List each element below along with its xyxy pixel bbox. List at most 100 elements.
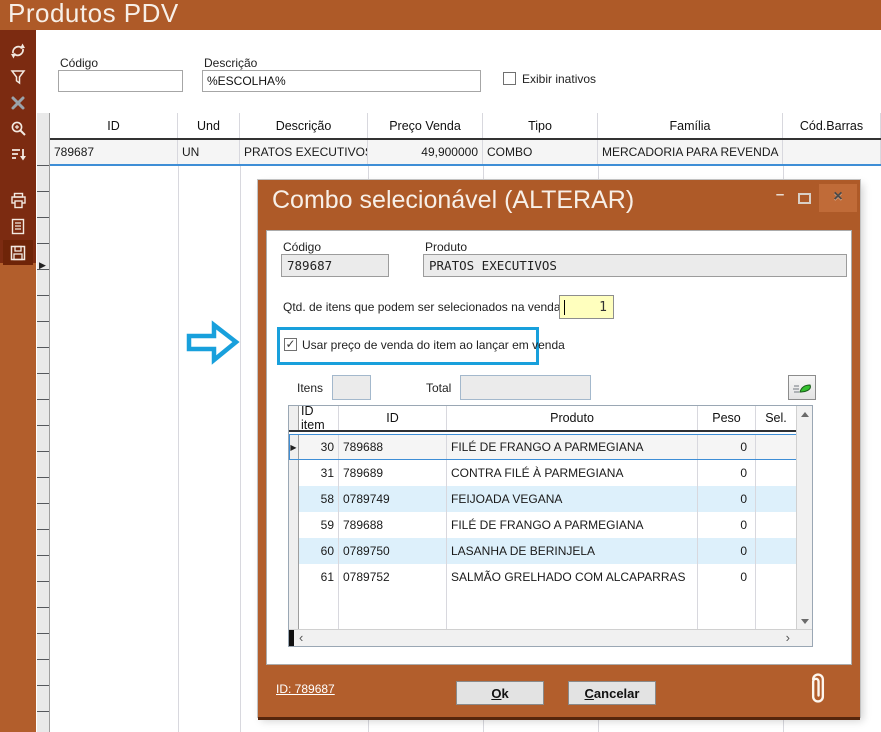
descricao-input[interactable] <box>202 70 481 92</box>
item-cell-sel <box>756 538 797 564</box>
maximize-icon[interactable] <box>798 193 811 204</box>
empty-cell <box>299 590 339 631</box>
item-cell-produto: FEIJOADA VEGANA <box>447 486 698 512</box>
qtd-label: Qtd. de itens que podem ser selecionados… <box>283 300 561 314</box>
usar-preco-checkbox[interactable]: ✓ <box>284 338 297 351</box>
ok-button[interactable]: Ok <box>456 681 544 705</box>
sort-button[interactable] <box>3 142 33 167</box>
item-cell-id: 0789750 <box>339 538 447 564</box>
products-grid-header: ID Und Descrição Preço Venda Tipo Famíli… <box>50 113 881 140</box>
close-icon[interactable]: × <box>819 184 857 212</box>
product-cell-tipo: COMBO <box>483 140 598 164</box>
scrollbar-thumb[interactable] <box>289 630 294 646</box>
scroll-left-icon[interactable]: ‹ <box>299 630 303 645</box>
item-cell-sel <box>756 564 797 590</box>
item-cell-id: 789688 <box>339 512 447 538</box>
item-cell-sel <box>756 460 797 486</box>
item-cell-id_item: 30 <box>299 434 339 460</box>
column-header-peso[interactable]: Peso <box>698 406 756 430</box>
item-cell-id: 0789749 <box>339 486 447 512</box>
row-marker: ▶ <box>289 434 299 460</box>
items-grid-rows: ▶30789688FILÉ DE FRANGO A PARMEGIANA0317… <box>289 434 797 631</box>
column-header-produto[interactable]: Produto <box>447 406 698 430</box>
items-grid-header: ID item ID Produto Peso Sel. <box>289 406 797 432</box>
scroll-up-icon[interactable] <box>797 406 813 423</box>
filter-form: Código Descrição Exibir inativos <box>36 30 881 113</box>
scroll-down-icon[interactable] <box>797 613 813 630</box>
column-header-cod-barras[interactable]: Cód.Barras <box>783 113 881 138</box>
dialog-body: Código 789687 Produto PRATOS EXECUTIVOS … <box>266 230 852 665</box>
itens-field[interactable] <box>332 375 371 400</box>
qtd-value: 1 <box>599 300 607 315</box>
marker-column-header <box>289 406 299 430</box>
column-header-id[interactable]: ID <box>50 113 178 138</box>
exibir-inativos-label: Exibir inativos <box>522 72 596 86</box>
descricao-label: Descrição <box>204 56 257 70</box>
codigo-label: Código <box>60 56 98 70</box>
dialog-codigo-field[interactable]: 789687 <box>281 254 389 277</box>
row-marker <box>289 512 299 538</box>
item-row[interactable]: 59789688FILÉ DE FRANGO A PARMEGIANA0 <box>289 512 797 538</box>
selected-row-marker-icon: ▶ <box>39 260 46 271</box>
minimize-button[interactable]: – <box>772 186 788 208</box>
product-cell-preco_venda: 49,900000 <box>368 140 483 164</box>
recalculate-items-button[interactable] <box>788 375 816 400</box>
item-row[interactable]: 580789749FEIJOADA VEGANA0 <box>289 486 797 512</box>
item-cell-id: 789689 <box>339 460 447 486</box>
row-selector-gutter <box>37 113 50 732</box>
empty-grid-area <box>289 590 797 631</box>
horizontal-scrollbar[interactable]: ‹ › <box>289 629 812 646</box>
id-link[interactable]: ID: 789687 <box>276 682 335 696</box>
item-cell-peso: 0 <box>698 460 756 486</box>
product-cell-id: 789687 <box>50 140 178 164</box>
item-cell-peso: 0 <box>698 434 756 460</box>
filter-button[interactable] <box>3 64 33 89</box>
filter-icon <box>10 69 26 85</box>
total-field[interactable] <box>460 375 591 400</box>
annotation-arrow-icon <box>186 319 240 370</box>
dialog-footer: ID: 789687 Ok Cancelar <box>258 665 860 717</box>
print-icon <box>10 192 27 209</box>
column-header-und[interactable]: Und <box>178 113 240 138</box>
item-cell-peso: 0 <box>698 538 756 564</box>
dialog-produto-field[interactable]: PRATOS EXECUTIVOS <box>423 254 847 277</box>
item-row[interactable]: 600789750LASANHA DE BERINJELA0 <box>289 538 797 564</box>
product-cell-cod_barras <box>783 140 881 164</box>
column-header-id-item[interactable]: ID item <box>299 406 339 430</box>
save-button[interactable] <box>3 240 33 265</box>
item-cell-peso: 0 <box>698 486 756 512</box>
row-marker <box>289 590 299 631</box>
item-cell-produto: LASANHA DE BERINJELA <box>447 538 698 564</box>
item-row[interactable]: 610789752SALMÃO GRELHADO COM ALCAPARRAS0 <box>289 564 797 590</box>
clear-filter-button[interactable] <box>3 90 33 115</box>
paperclip-icon <box>804 665 832 714</box>
exibir-inativos-checkbox[interactable] <box>503 72 516 85</box>
item-cell-sel <box>756 434 797 460</box>
column-header-tipo[interactable]: Tipo <box>483 113 598 138</box>
qtd-input[interactable]: 1 <box>559 295 614 319</box>
codigo-input[interactable] <box>58 70 183 92</box>
print-button[interactable] <box>3 188 33 213</box>
zoom-button[interactable] <box>3 116 33 141</box>
column-header-sel[interactable]: Sel. <box>756 406 797 430</box>
report-button[interactable] <box>3 214 33 239</box>
item-cell-produto: FILÉ DE FRANGO A PARMEGIANA <box>447 434 698 460</box>
column-header-preco-venda[interactable]: Preço Venda <box>368 113 483 138</box>
vertical-scrollbar[interactable] <box>796 406 812 630</box>
refresh-button[interactable] <box>3 38 33 63</box>
zoom-icon <box>10 120 27 137</box>
cancel-button[interactable]: Cancelar <box>568 681 656 705</box>
product-row[interactable]: 789687UNPRATOS EXECUTIVOS49,900000COMBOM… <box>50 140 881 166</box>
scroll-right-icon[interactable]: › <box>786 630 790 645</box>
item-cell-id_item: 59 <box>299 512 339 538</box>
column-header-descricao[interactable]: Descrição <box>240 113 368 138</box>
dialog-titlebar: Combo selecionável (ALTERAR) – × <box>258 180 860 230</box>
item-row[interactable]: ▶30789688FILÉ DE FRANGO A PARMEGIANA0 <box>289 434 797 460</box>
dialog-title: Combo selecionável (ALTERAR) <box>272 186 634 215</box>
gutter-header-cell <box>37 113 50 140</box>
dialog-codigo-label: Código <box>283 240 321 254</box>
item-row[interactable]: 31789689CONTRA FILÉ À PARMEGIANA0 <box>289 460 797 486</box>
column-header-familia[interactable]: Família <box>598 113 783 138</box>
column-header-id[interactable]: ID <box>339 406 447 430</box>
itens-label: Itens <box>297 381 323 395</box>
